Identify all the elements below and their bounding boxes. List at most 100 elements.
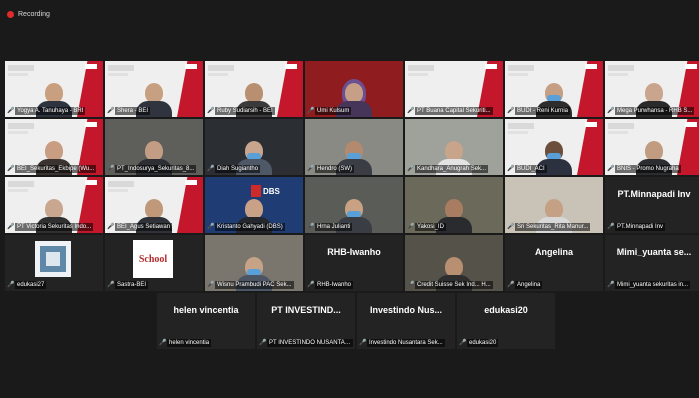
participant-name: PT INVESTINDO NUSANTAR...	[267, 338, 353, 347]
slide-header-bar	[108, 181, 134, 187]
participant-face	[345, 83, 363, 103]
mic-muted-icon: 🎤	[207, 223, 215, 230]
participant-name-label: 🎤 RHB-Iwanho	[307, 280, 401, 289]
school-logo: School	[133, 240, 173, 278]
slide-logo	[485, 64, 497, 69]
participant-tile[interactable]: 🎤 Yakosi_ID	[405, 177, 503, 233]
participant-tile[interactable]: 🎤 Diah Sugiantho	[205, 119, 303, 175]
slide-header-bar	[208, 65, 234, 71]
slide-logo	[185, 180, 197, 185]
participant-tile[interactable]: helen vincentia 🎤 helen vincentia	[157, 293, 255, 349]
participant-tile[interactable]: RHB-Iwanho 🎤 RHB-Iwanho	[305, 235, 403, 291]
participant-name: Sri Sekuritas_Rita Manur...	[515, 222, 591, 231]
slide-subheader-bar	[8, 189, 28, 192]
mic-muted-icon: 🎤	[107, 107, 115, 114]
slide-subheader-bar	[508, 131, 528, 134]
participant-name: BUDI_ACI	[515, 164, 547, 173]
participant-tile[interactable]: 🎤 BUDI_ACI	[505, 119, 603, 175]
participant-tile[interactable]: 🎤 Ruby Sudiarsih - BEI	[205, 61, 303, 117]
participant-name: Yogya A. Tanuhaya - BRI	[15, 106, 86, 115]
participant-name-label: 🎤 PT Victoria Sekuritas Indo...	[7, 222, 101, 231]
participant-display-name: Investindo Nus...	[369, 305, 442, 315]
participant-tile[interactable]: 🎤 BEI_Agus Setiawan	[105, 177, 203, 233]
participant-name: Kristanto Gahyadi (DBS)	[215, 222, 285, 231]
participant-name: Sastra-BEI	[115, 280, 149, 289]
participant-tile[interactable]: 🎤 Hendro (SW)	[305, 119, 403, 175]
mic-muted-icon: 🎤	[107, 281, 115, 288]
slide-logo	[685, 122, 697, 127]
participant-tile[interactable]: 🎤 Wisnu Prambudi PAC Sek...	[205, 235, 303, 291]
participant-tile[interactable]: 🎤 Hrna Julianti	[305, 177, 403, 233]
mic-muted-icon: 🎤	[307, 223, 315, 230]
slide-subheader-bar	[408, 73, 428, 76]
participant-name-label: 🎤 BEI_Agus Setiawan	[107, 222, 201, 231]
mic-muted-icon: 🎤	[607, 281, 615, 288]
participant-tile[interactable]: PT.Minnapadi Inv 🎤 PT.Minnapadi Inv	[605, 177, 699, 233]
slide-header-bar	[508, 123, 534, 129]
participant-tile[interactable]: 🎤 Yogya A. Tanuhaya - BRI	[5, 61, 103, 117]
participant-tile[interactable]: Angelina 🎤 Angelina	[505, 235, 603, 291]
participant-tile[interactable]: 🎤 Mega Purwhansa - RHB S...	[605, 61, 699, 117]
participant-display-name: PT.Minnapadi Inv	[617, 189, 691, 199]
mic-muted-icon: 🎤	[7, 165, 15, 172]
participant-tile[interactable]: 🎤 PT_Indosurya_Sekuritas_8...	[105, 119, 203, 175]
participant-name: RHB-Iwanho	[315, 280, 354, 289]
participant-name: PT.Minnapadi Inv	[615, 222, 666, 231]
participant-tile[interactable]: 🎤 BUDI - Reni Kurnia	[505, 61, 603, 117]
participant-tile[interactable]: 🎤 BEI_Sekuritas_Ekbipe (Wu...	[5, 119, 103, 175]
participant-tile[interactable]: 🎤 BNIS - Promo Nugraha	[605, 119, 699, 175]
participant-name: Diah Sugiantho	[215, 164, 261, 173]
participant-tile[interactable]: 🎤 PT Buana Capital Sekuriti...	[405, 61, 503, 117]
slide-logo	[585, 64, 597, 69]
mic-muted-icon: 🎤	[307, 165, 315, 172]
participant-tile[interactable]: 🎤 Umi Kulsum	[305, 61, 403, 117]
mic-muted-icon: 🎤	[407, 107, 415, 114]
slide-logo	[185, 64, 197, 69]
participant-name: Kandhara_Anugrah Sek...	[415, 164, 489, 173]
logo-square-icon	[40, 246, 66, 272]
participant-face	[445, 257, 463, 277]
participant-face	[545, 199, 563, 219]
participant-name: PT Victoria Sekuritas Indo...	[15, 222, 94, 231]
participant-face	[145, 199, 163, 219]
slide-logo	[585, 122, 597, 127]
participant-tile[interactable]: Investindo Nus... 🎤 Investindo Nusantara S…	[357, 293, 455, 349]
participant-tile[interactable]: DBS 🎤 Kristanto Gahyadi (DBS)	[205, 177, 303, 233]
participant-tile[interactable]: 🎤 edukasi27	[5, 235, 103, 291]
slide-logo	[85, 64, 97, 69]
mic-muted-icon: 🎤	[107, 223, 115, 230]
participant-tile[interactable]: 🎤 Kandhara_Anugrah Sek...	[405, 119, 503, 175]
mic-muted-icon: 🎤	[507, 165, 515, 172]
dbs-logo-text: DBS	[263, 187, 280, 196]
participant-tile[interactable]: PT INVESTIND... 🎤 PT INVESTINDO NUSANTAR..…	[257, 293, 355, 349]
participant-tile[interactable]: edukasi20 🎤 edukasi20	[457, 293, 555, 349]
participant-tile[interactable]: School 🎤 Sastra-BEI	[105, 235, 203, 291]
participant-tile[interactable]: 🎤 PT Victoria Sekuritas Indo...	[5, 177, 103, 233]
participant-name-label: 🎤 edukasi27	[7, 280, 101, 289]
participant-tile[interactable]: 🎤 Credit Suisse Sek Ind... H...	[405, 235, 503, 291]
slide-header-bar	[108, 65, 134, 71]
participant-name: BEI_Agus Setiawan	[115, 222, 173, 231]
participant-name-label: 🎤 Wisnu Prambudi PAC Sek...	[207, 280, 301, 289]
participant-name-label: 🎤 Investindo Nusantara Sek...	[359, 338, 453, 347]
participant-name-label: 🎤 Yakosi_ID	[407, 222, 501, 231]
slide-header-bar	[408, 65, 434, 71]
participant-name-label: 🎤 Mimi_yuanta sekuritas in...	[607, 280, 699, 289]
participant-tile[interactable]: 🎤 Sri Sekuritas_Rita Manur...	[505, 177, 603, 233]
participant-name: Ruby Sudiarsih - BEI	[215, 106, 275, 115]
participant-name: Hendro (SW)	[315, 164, 355, 173]
participant-name-label: 🎤 PT Buana Capital Sekuriti...	[407, 106, 501, 115]
slide-subheader-bar	[608, 73, 628, 76]
mic-muted-icon: 🎤	[107, 165, 115, 172]
participant-tile[interactable]: Mimi_yuanta se... 🎤 Mimi_yuanta sekuritas …	[605, 235, 699, 291]
participant-name: edukasi27	[15, 280, 47, 289]
participant-name: PT Buana Capital Sekuriti...	[415, 106, 493, 115]
mic-muted-icon: 🎤	[207, 107, 215, 114]
participant-display-name: Mimi_yuanta se...	[616, 247, 692, 257]
mic-muted-icon: 🎤	[407, 281, 415, 288]
slide-logo	[85, 180, 97, 185]
participant-tile[interactable]: 🎤 Shera - BEI	[105, 61, 203, 117]
participant-name-label: 🎤 Sastra-BEI	[107, 280, 201, 289]
participant-name-label: 🎤 Mega Purwhansa - RHB S...	[607, 106, 699, 115]
mic-muted-icon: 🎤	[507, 223, 515, 230]
